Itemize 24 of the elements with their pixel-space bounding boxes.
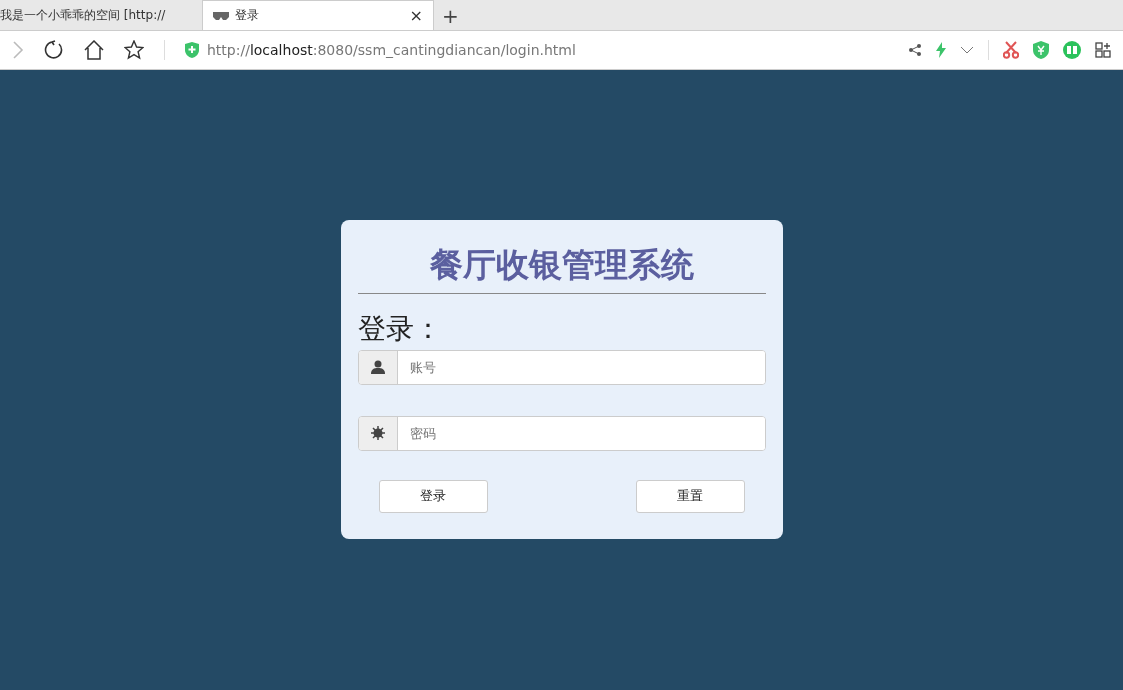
user-icon [370,360,385,375]
asterisk-icon [370,426,385,441]
chevron-down-icon[interactable] [960,46,974,54]
login-heading: 登录： [357,312,443,346]
address-bar[interactable]: http://localhost:8080/ssm_cantingdiancan/login.html [185,35,888,65]
input-field[interactable]: 密码 [357,415,766,451]
star-icon[interactable] [124,40,144,60]
new-tab-button[interactable]: + [434,2,467,30]
browser-tab[interactable]: 登录 × [202,0,434,30]
shield-icon[interactable] [1033,41,1049,59]
close-icon[interactable]: × [409,6,423,25]
reload-icon[interactable] [44,40,64,60]
system-title: 餐厅收银管理系统 [428,248,695,281]
home-icon[interactable] [84,40,104,60]
reset-button[interactable]: 重置 [635,479,745,513]
apps-icon[interactable] [1095,42,1111,58]
shield-icon [185,42,199,58]
browser-tab[interactable]: 我是一个小乖乖的空间 [http:// [0,0,202,30]
scissors-icon[interactable] [1003,41,1019,59]
share-icon[interactable] [908,43,922,57]
mask-icon [213,10,229,21]
input-field[interactable]: 账号 [357,349,766,385]
login-button[interactable]: 登录 [378,479,488,513]
lightning-icon[interactable] [936,42,946,58]
